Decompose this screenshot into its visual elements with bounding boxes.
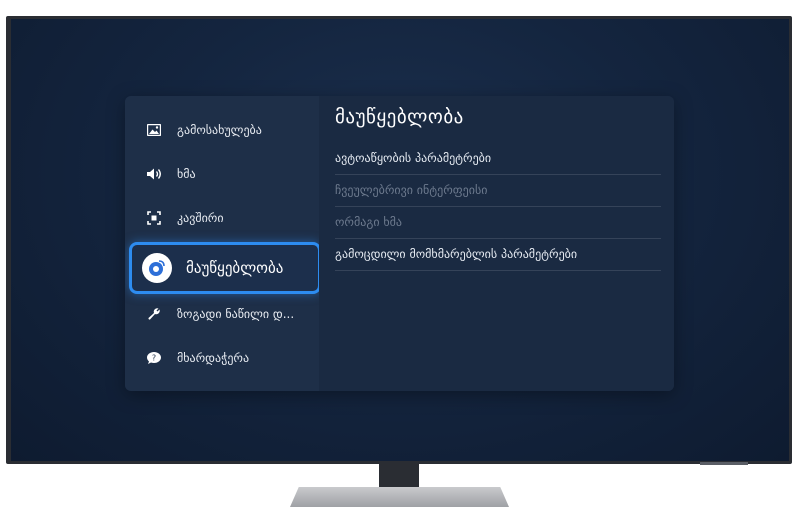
broadcast-icon — [142, 253, 172, 283]
support-icon: ? — [145, 349, 163, 367]
menu-item-auto-tuning-settings[interactable]: ავტოაწყობის პარამეტრები — [335, 142, 661, 175]
sidebar-item-label: კავშირი — [177, 211, 224, 225]
connection-icon — [145, 209, 163, 227]
menu-item-label: გამოცდილი მომხმარებლის პარამეტრები — [335, 247, 578, 261]
svg-text:?: ? — [152, 354, 156, 363]
menu-item-label: ორმაგი ხმა — [335, 215, 402, 229]
sidebar-item-picture[interactable]: გამოსახულება — [133, 108, 311, 152]
tv-stand-neck — [379, 464, 419, 490]
menu-item-label: ჩვეულებრივი ინტერფეისი — [335, 183, 488, 197]
sidebar-item-connection[interactable]: კავშირი — [133, 196, 311, 240]
menu-item-expert-settings[interactable]: გამოცდილი მომხმარებლის პარამეტრები — [335, 238, 661, 271]
tv-stand-base — [290, 487, 509, 507]
menu-item-common-interface: ჩვეულებრივი ინტერფეისი — [335, 174, 661, 207]
settings-menu-panel: გამოსახულება ხმა კავშირი მაუწყებლობა ზოგ… — [125, 96, 674, 391]
sidebar-item-sound[interactable]: ხმა — [133, 152, 311, 196]
wrench-icon — [145, 305, 163, 323]
sidebar-item-label: ზოგადი ნაწილი დ... — [177, 307, 295, 321]
page-title: მაუწყებლობა — [335, 106, 464, 128]
settings-sidebar: გამოსახულება ხმა კავშირი მაუწყებლობა ზოგ… — [125, 96, 321, 391]
settings-content: მაუწყებლობა ავტოაწყობის პარამეტრები ჩვეუ… — [319, 96, 674, 391]
menu-item-label: ავტოაწყობის პარამეტრები — [335, 151, 492, 165]
sidebar-item-label: მაუწყებლობა — [186, 259, 284, 277]
tv-screen: გამოსახულება ხმა კავშირი მაუწყებლობა ზოგ… — [11, 19, 789, 461]
sidebar-item-label: გამოსახულება — [177, 123, 262, 137]
sidebar-item-broadcasting[interactable]: მაუწყებლობა — [129, 242, 321, 294]
picture-icon — [145, 121, 163, 139]
sidebar-item-support[interactable]: ? მხარდაჭერა — [133, 336, 311, 380]
sidebar-item-label: ხმა — [177, 167, 196, 181]
sidebar-item-general[interactable]: ზოგადი ნაწილი დ... — [133, 292, 311, 336]
speaker-icon — [145, 165, 163, 183]
sidebar-item-label: მხარდაჭერა — [177, 351, 250, 365]
tv-logo-strip — [700, 462, 748, 465]
menu-item-dual-audio: ორმაგი ხმა — [335, 206, 661, 239]
